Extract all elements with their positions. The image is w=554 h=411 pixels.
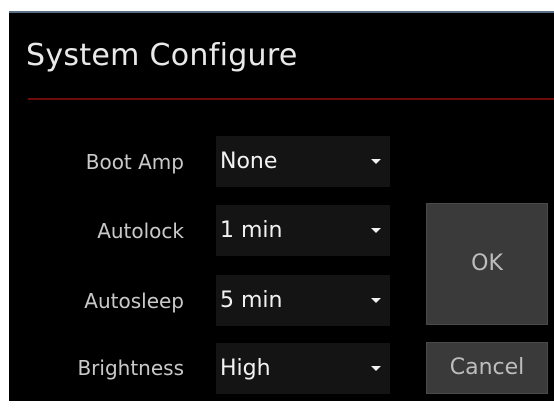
autolock-value: 1 min bbox=[220, 218, 283, 243]
cancel-button[interactable]: Cancel bbox=[426, 342, 548, 394]
autolock-label: Autolock bbox=[97, 219, 184, 243]
boot-amp-label: Boot Amp bbox=[85, 150, 184, 174]
ok-button[interactable]: OK bbox=[426, 203, 548, 325]
autolock-select[interactable]: 1 min bbox=[216, 205, 390, 256]
chevron-down-icon bbox=[371, 159, 381, 164]
brightness-value: High bbox=[220, 356, 271, 381]
boot-amp-value: None bbox=[220, 149, 278, 174]
title-divider bbox=[28, 98, 554, 100]
chevron-down-icon bbox=[371, 298, 381, 303]
dialog-title: System Configure bbox=[26, 38, 298, 73]
system-configure-dialog: System Configure Boot Amp None Autolock … bbox=[9, 11, 554, 401]
autosleep-value: 5 min bbox=[220, 288, 283, 313]
autosleep-label: Autosleep bbox=[84, 289, 184, 313]
chevron-down-icon bbox=[371, 366, 381, 371]
boot-amp-select[interactable]: None bbox=[216, 136, 390, 187]
chevron-down-icon bbox=[371, 228, 381, 233]
brightness-select[interactable]: High bbox=[216, 343, 390, 394]
autosleep-select[interactable]: 5 min bbox=[216, 275, 390, 326]
brightness-label: Brightness bbox=[77, 356, 184, 380]
